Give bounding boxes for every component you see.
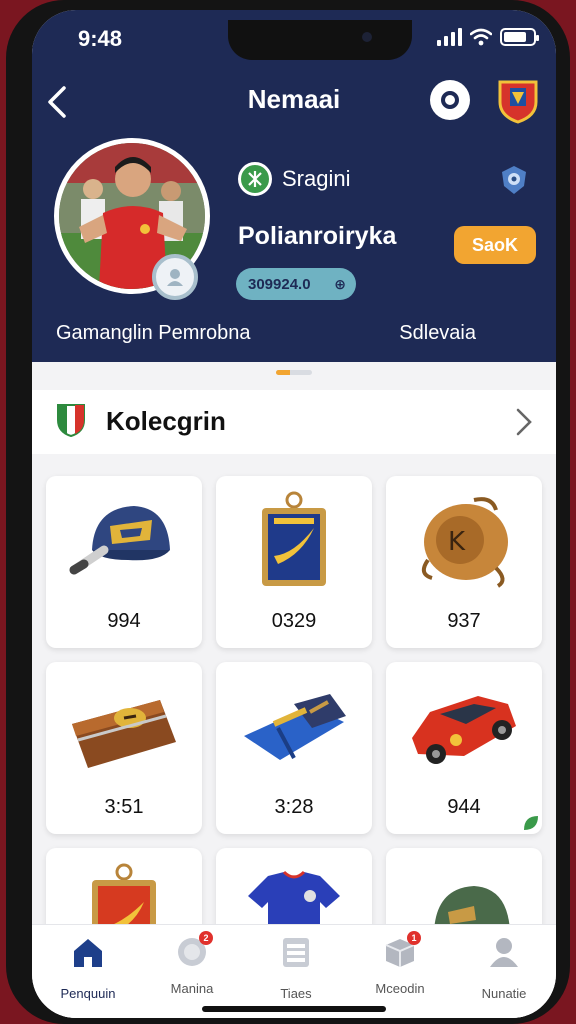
copy-icon[interactable]: ⊕	[334, 276, 346, 293]
section-header[interactable]: Kolecgrin	[32, 390, 556, 454]
collection-item[interactable]: 0329	[216, 476, 372, 648]
home-icon	[74, 939, 102, 967]
meta-left: Gamanglin Pemrobna	[56, 322, 251, 344]
chevron-right-icon[interactable]	[514, 406, 534, 438]
section-title: Kolecgrin	[106, 406, 226, 436]
club-logo-icon	[238, 162, 272, 196]
tab-list[interactable]: Tiaes	[244, 935, 348, 1005]
tab-label: Tiaes	[280, 986, 312, 1001]
item-value: 3:51	[104, 796, 144, 818]
item-value: 994	[107, 610, 141, 632]
notification-badge: 1	[407, 931, 421, 945]
club-name: Sragini	[282, 166, 351, 191]
item-value: 3:28	[274, 796, 314, 818]
collection-item[interactable]: 3:51	[46, 662, 202, 834]
medal-icon	[262, 491, 326, 586]
collection-panel: Kolecgrin 994 0329 K 937 3:51 3:28 944	[32, 362, 556, 1018]
tab-label: Penquuin	[60, 986, 116, 1001]
wallet-icon	[72, 700, 176, 768]
tab-box[interactable]: 1 Mceodin	[348, 931, 452, 1005]
item-value: 944	[447, 796, 481, 818]
tab-label: Mceodin	[375, 981, 425, 996]
camera-badge-icon[interactable]	[152, 254, 198, 300]
box-icon: 1	[383, 931, 421, 969]
flag-shield-icon	[57, 404, 85, 438]
wifi-icon	[470, 28, 492, 46]
tab-label: Nunatie	[481, 986, 527, 1001]
signal-icon	[437, 28, 462, 46]
tab-bar: Penquuin 2 Manina Tiaes 1 Mceodin Nunati…	[32, 924, 556, 1018]
player-id-pill[interactable]: 309924.0 ⊕	[236, 268, 356, 300]
item-value: 937	[447, 610, 481, 632]
status-time: 9:48	[78, 26, 123, 51]
tab-profile[interactable]: Nunatie	[452, 935, 556, 1005]
tab-label: Manina	[170, 981, 214, 996]
item-value: 0329	[271, 610, 317, 632]
status-icons	[437, 28, 539, 46]
svg-text:K: K	[448, 527, 466, 557]
collection-item[interactable]: 944	[386, 662, 542, 834]
tab-matches[interactable]: 2 Manina	[140, 931, 244, 1005]
home-indicator[interactable]	[202, 1006, 386, 1012]
list-icon	[283, 938, 309, 967]
ball-icon: 2	[175, 931, 213, 969]
collection-item[interactable]: 994	[46, 476, 202, 648]
club-crest-icon[interactable]	[496, 76, 540, 124]
battery-icon	[500, 28, 539, 46]
profile-icon	[490, 938, 518, 967]
profile-header: 9:48 Nemaai Sragini Polianroiryka SaoK 3…	[32, 10, 556, 362]
pouch-icon: K	[421, 497, 508, 588]
notification-badge: 2	[199, 931, 213, 945]
notch	[228, 20, 412, 60]
username: Polianroiryka	[238, 222, 397, 250]
app-screen: 9:48 Nemaai Sragini Polianroiryka SaoK 3…	[32, 10, 556, 1018]
page-title: Nemaai	[247, 84, 341, 114]
player-id: 309924.0	[248, 275, 311, 293]
meta-right: Sdlevaia	[399, 322, 476, 344]
tab-home[interactable]: Penquuin	[36, 935, 140, 1005]
car-icon	[412, 696, 516, 764]
drag-handle[interactable]	[276, 370, 312, 375]
cap-icon	[69, 506, 170, 575]
action-button[interactable]: SaoK	[454, 226, 536, 264]
chat-icon	[441, 91, 459, 109]
scarf-icon	[244, 694, 346, 760]
phone-frame: 9:48 Nemaai Sragini Polianroiryka SaoK 3…	[6, 0, 570, 1024]
collection-item[interactable]: 3:28	[216, 662, 372, 834]
leaf-icon	[524, 816, 538, 830]
club-row: Sragini	[238, 162, 350, 196]
chat-button[interactable]	[430, 80, 470, 120]
collection-item[interactable]: K 937	[386, 476, 542, 648]
badge-shield-icon[interactable]	[498, 164, 530, 196]
